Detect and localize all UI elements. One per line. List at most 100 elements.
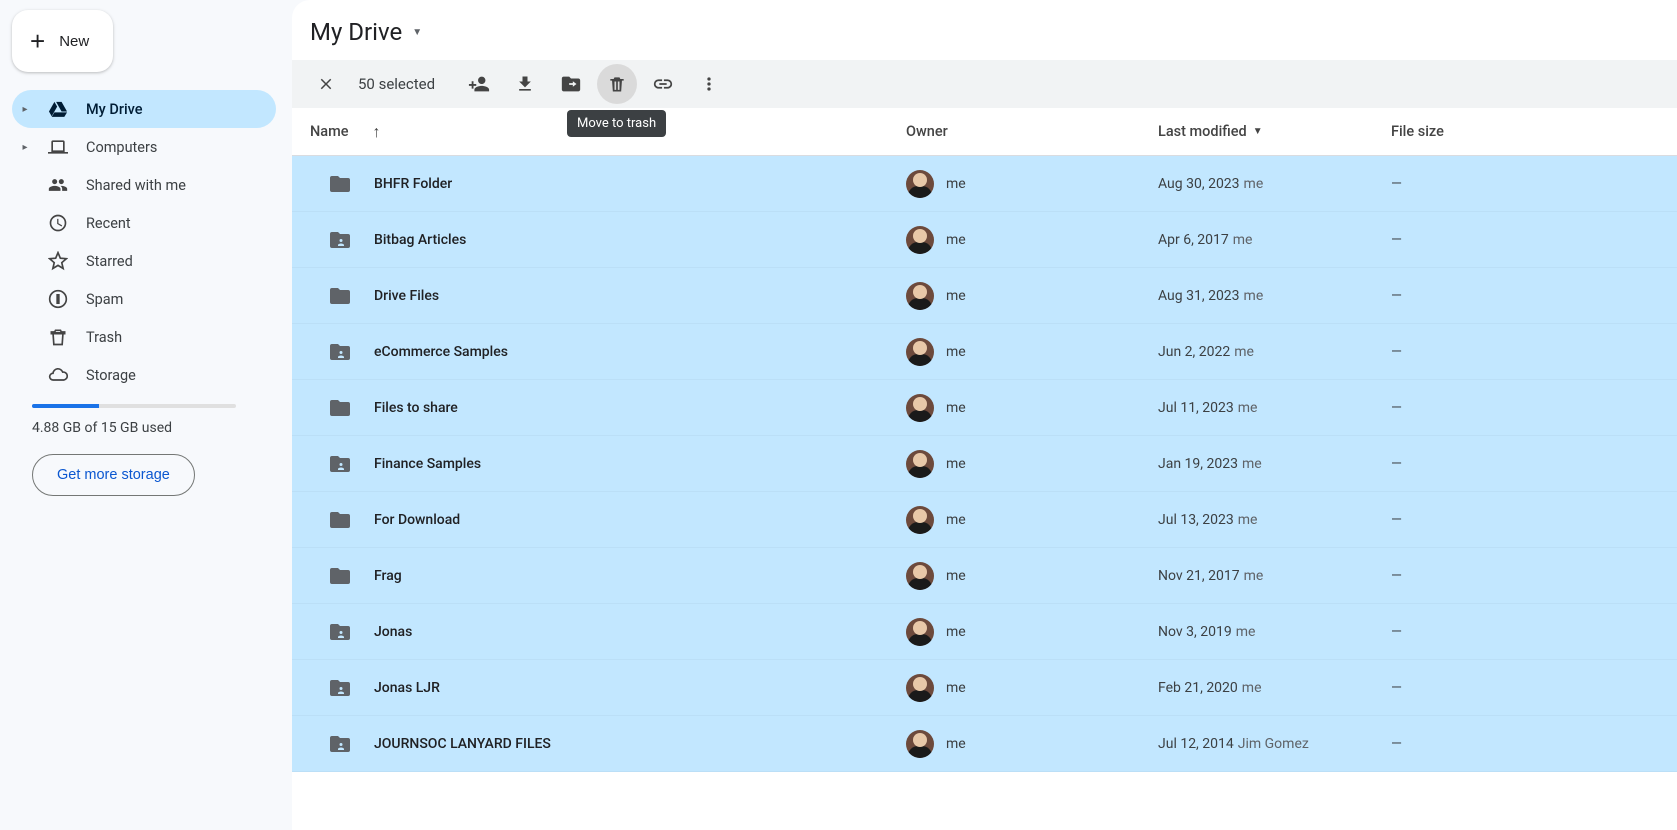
shared-folder-icon xyxy=(328,620,352,644)
file-row[interactable]: Jonas LJRmeFeb 21, 2020me— xyxy=(292,660,1677,716)
file-row[interactable]: FragmeNov 21, 2017me— xyxy=(292,548,1677,604)
modified-date: Jul 12, 2014 xyxy=(1158,736,1234,752)
owner-text: me xyxy=(946,176,966,192)
clock-icon xyxy=(46,213,70,233)
move-to-trash-button[interactable] xyxy=(597,64,637,104)
column-header-size[interactable]: File size xyxy=(1391,123,1677,140)
modified-date: Jul 11, 2023 xyxy=(1158,400,1234,416)
clear-selection-button[interactable] xyxy=(306,64,346,104)
file-size: — xyxy=(1391,680,1677,696)
avatar xyxy=(906,450,934,478)
file-size: — xyxy=(1391,400,1677,416)
avatar xyxy=(906,226,934,254)
file-size: — xyxy=(1391,512,1677,528)
download-button[interactable] xyxy=(505,64,545,104)
file-row[interactable]: BHFR FoldermeAug 30, 2023me— xyxy=(292,156,1677,212)
sidebar-item-trash[interactable]: ▸Trash xyxy=(12,318,276,356)
file-name: JOURNSOC LANYARD FILES xyxy=(374,736,551,752)
drive-icon xyxy=(46,99,70,119)
share-button[interactable] xyxy=(459,64,499,104)
sidebar-item-spam[interactable]: ▸Spam xyxy=(12,280,276,318)
file-row[interactable]: JOURNSOC LANYARD FILESmeJul 12, 2014Jim … xyxy=(292,716,1677,772)
more-vert-icon xyxy=(699,74,719,94)
main-panel: My Drive ▼ 50 selected xyxy=(292,0,1677,830)
sidebar-item-recent[interactable]: ▸Recent xyxy=(12,204,276,242)
avatar xyxy=(906,282,934,310)
sidebar: + New ▸My Drive▸Computers▸Shared with me… xyxy=(0,0,292,830)
folder-icon xyxy=(328,284,352,308)
modified-date: Jan 19, 2023 xyxy=(1158,456,1238,472)
more-actions-button[interactable] xyxy=(689,64,729,104)
modified-date: Jul 13, 2023 xyxy=(1158,512,1234,528)
sidebar-item-label: My Drive xyxy=(86,101,143,118)
trash-icon xyxy=(46,327,70,347)
file-name: Finance Samples xyxy=(374,456,481,472)
file-row[interactable]: eCommerce SamplesmeJun 2, 2022me— xyxy=(292,324,1677,380)
chevron-down-icon: ▼ xyxy=(412,27,422,38)
avatar xyxy=(906,170,934,198)
close-icon xyxy=(317,75,335,93)
file-name: Jonas xyxy=(374,624,412,640)
star-icon xyxy=(46,251,70,271)
file-size: — xyxy=(1391,288,1677,304)
modified-by: me xyxy=(1234,344,1254,360)
file-row[interactable]: Drive FilesmeAug 31, 2023me— xyxy=(292,268,1677,324)
modified-date: Aug 30, 2023 xyxy=(1158,176,1240,192)
sidebar-item-computers[interactable]: ▸Computers xyxy=(12,128,276,166)
owner-text: me xyxy=(946,456,966,472)
get-more-storage-button[interactable]: Get more storage xyxy=(32,454,195,496)
expand-caret-icon: ▸ xyxy=(20,142,30,153)
sidebar-item-shared-with-me[interactable]: ▸Shared with me xyxy=(12,166,276,204)
file-name: Drive Files xyxy=(374,288,439,304)
column-header-owner[interactable]: Owner xyxy=(906,123,1158,140)
owner-text: me xyxy=(946,400,966,416)
sidebar-item-label: Spam xyxy=(86,291,123,308)
file-row[interactable]: For DownloadmeJul 13, 2023me— xyxy=(292,492,1677,548)
move-button[interactable] xyxy=(551,64,591,104)
sidebar-item-label: Starred xyxy=(86,253,133,270)
storage-block: 4.88 GB of 15 GB used Get more storage xyxy=(12,404,276,496)
sidebar-item-starred[interactable]: ▸Starred xyxy=(12,242,276,280)
link-icon xyxy=(652,73,674,95)
shared-folder-icon xyxy=(328,228,352,252)
modified-date: Feb 21, 2020 xyxy=(1158,680,1238,696)
owner-text: me xyxy=(946,288,966,304)
file-size: — xyxy=(1391,456,1677,472)
sidebar-item-label: Recent xyxy=(86,215,131,232)
file-size: — xyxy=(1391,568,1677,584)
new-button[interactable]: + New xyxy=(12,10,113,72)
download-icon xyxy=(515,74,535,94)
file-name: Bitbag Articles xyxy=(374,232,466,248)
people-icon xyxy=(46,175,70,195)
file-name: BHFR Folder xyxy=(374,176,452,192)
trash-icon xyxy=(607,74,627,94)
file-row[interactable]: JonasmeNov 3, 2019me— xyxy=(292,604,1677,660)
column-header-modified[interactable]: Last modified ▼ xyxy=(1158,123,1391,140)
sidebar-item-my-drive[interactable]: ▸My Drive xyxy=(12,90,276,128)
shared-folder-icon xyxy=(328,452,352,476)
modified-by: me xyxy=(1238,400,1258,416)
copy-link-button[interactable] xyxy=(643,64,683,104)
avatar xyxy=(906,394,934,422)
move-folder-icon xyxy=(560,73,582,95)
file-row[interactable]: Finance SamplesmeJan 19, 2023me— xyxy=(292,436,1677,492)
modified-by: me xyxy=(1236,624,1256,640)
file-size: — xyxy=(1391,344,1677,360)
file-row[interactable]: Files to sharemeJul 11, 2023me— xyxy=(292,380,1677,436)
modified-by: Jim Gomez xyxy=(1238,736,1309,752)
file-list: BHFR FoldermeAug 30, 2023me—Bitbag Artic… xyxy=(292,156,1677,830)
shared-folder-icon xyxy=(328,340,352,364)
modified-by: me xyxy=(1244,176,1264,192)
modified-by: me xyxy=(1238,512,1258,528)
avatar xyxy=(906,674,934,702)
sidebar-item-storage[interactable]: ▸Storage xyxy=(12,356,276,394)
header: My Drive ▼ xyxy=(292,0,1677,60)
storage-fill xyxy=(32,404,99,408)
shared-folder-icon xyxy=(328,732,352,756)
modified-date: Apr 6, 2017 xyxy=(1158,232,1229,248)
column-headers: Name ↑ Owner Last modified ▼ File size xyxy=(292,108,1677,156)
selected-count: 50 selected xyxy=(358,75,435,93)
file-row[interactable]: Bitbag ArticlesmeApr 6, 2017me— xyxy=(292,212,1677,268)
page-title-dropdown[interactable]: My Drive ▼ xyxy=(310,18,422,46)
spam-icon xyxy=(46,289,70,309)
